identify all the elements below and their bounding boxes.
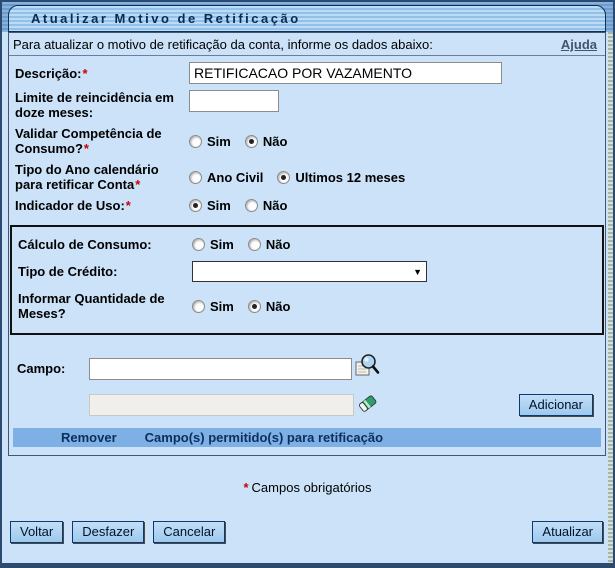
field-row-tipo-ano: Tipo do Ano calendário para retificar Co… — [11, 162, 603, 192]
field-row-limite: Limite de reincidência em doze meses: — [11, 90, 603, 120]
desfazer-button[interactable]: Desfazer — [72, 521, 145, 543]
header-strip: Atualizar Motivo de Retificação — [2, 2, 613, 32]
field-row-informar-meses: Informar Quantidade de Meses? Sim Não — [14, 291, 600, 321]
intro-text: Para atualizar o motivo de retificação d… — [13, 37, 433, 52]
calculo-option-sim-label: Sim — [210, 237, 234, 252]
help-link[interactable]: Ajuda — [561, 37, 597, 52]
page-title-tab: Atualizar Motivo de Retificação — [8, 5, 606, 32]
required-asterisk: * — [83, 141, 89, 156]
informar-meses-label: Informar Quantidade de Meses? — [18, 291, 165, 321]
limite-input[interactable] — [189, 90, 279, 112]
action-buttons-row: Voltar Desfazer Cancelar Atualizar — [10, 521, 603, 543]
validar-label: Validar Competência de Consumo?* — [15, 126, 162, 156]
tipo-credito-label: Tipo de Crédito: — [18, 264, 118, 279]
campo-section: Campo: Adicionar Remover Campo(s) permit… — [11, 335, 603, 453]
campo-input[interactable] — [89, 357, 352, 380]
informar-meses-radio-sim[interactable] — [192, 299, 205, 313]
field-row-indicador: Indicador de Uso:* Sim Não — [11, 198, 603, 213]
validar-radio-nao[interactable] — [244, 134, 258, 148]
page-title: Atualizar Motivo de Retificação — [31, 11, 301, 26]
validar-radio-sim[interactable] — [189, 134, 202, 148]
informar-meses-option-nao-label: Não — [265, 298, 291, 314]
campo-description-row: Adicionar — [13, 390, 601, 420]
field-row-campo: Campo: — [13, 353, 601, 384]
descricao-input[interactable] — [189, 62, 502, 84]
required-asterisk: * — [82, 65, 88, 81]
form-container: Para atualizar o motivo de retificação d… — [8, 32, 606, 456]
campo-label: Campo: — [17, 361, 66, 376]
adicionar-button[interactable]: Adicionar — [518, 394, 593, 416]
tipo-ano-radio-ultimos-12[interactable] — [277, 170, 291, 184]
informar-meses-option-sim-label: Sim — [210, 298, 234, 314]
tipo-ano-option-ano-civil-label: Ano Civil — [207, 169, 264, 185]
campos-table-header: Remover Campo(s) permitido(s) para retif… — [13, 428, 601, 447]
table-column-campos-permitidos: Campo(s) permitido(s) para retificação — [144, 430, 384, 445]
required-asterisk: * — [125, 198, 131, 213]
page-edge-texture — [608, 2, 613, 563]
indicador-radio-sim[interactable] — [189, 199, 202, 212]
required-asterisk: * — [135, 177, 141, 192]
page: { "header": { "title": "Atualizar Motivo… — [0, 0, 615, 568]
indicador-label: Indicador de Uso:* — [15, 198, 131, 213]
fields-section: Descrição:* Limite de reincidência em do… — [9, 56, 605, 455]
table-column-remover: Remover — [61, 430, 117, 445]
tipo-credito-select[interactable]: ▼ — [192, 261, 427, 282]
field-row-tipo-credito: Tipo de Crédito: ▼ — [14, 261, 600, 282]
intro-row: Para atualizar o motivo de retificação d… — [9, 33, 605, 56]
required-asterisk: * — [243, 480, 249, 495]
validar-option-sim-label: Sim — [207, 133, 231, 149]
cancelar-button[interactable]: Cancelar — [153, 521, 226, 543]
campo-description-readonly — [89, 394, 354, 416]
field-row-calculo: Cálculo de Consumo: Sim Não — [14, 237, 600, 252]
indicador-option-sim-label: Sim — [207, 198, 231, 213]
validar-option-nao-label: Não — [262, 133, 288, 149]
indicador-radio-nao[interactable] — [244, 199, 258, 212]
informar-meses-radio-nao[interactable] — [247, 299, 261, 313]
calculo-radio-sim[interactable] — [192, 238, 205, 251]
calculo-consumo-box: Cálculo de Consumo: Sim Não Tipo de Créd… — [10, 225, 604, 335]
tipo-ano-option-ultimos-12-label: Ultimos 12 meses — [295, 169, 406, 185]
descricao-label: Descrição:* — [15, 65, 88, 81]
eraser-icon[interactable] — [357, 390, 379, 420]
dropdown-arrow-icon: ▼ — [413, 266, 422, 277]
search-icon[interactable] — [355, 353, 380, 384]
tipo-ano-radio-ano-civil[interactable] — [189, 170, 202, 184]
calculo-radio-nao[interactable] — [247, 238, 261, 251]
field-row-descricao: Descrição:* — [11, 62, 603, 84]
tipo-ano-label: Tipo do Ano calendário para retificar Co… — [15, 162, 159, 192]
calculo-option-nao-label: Não — [265, 237, 291, 252]
required-fields-note: * Campos obrigatórios — [243, 480, 372, 495]
atualizar-button[interactable]: Atualizar — [532, 521, 603, 543]
field-row-validar: Validar Competência de Consumo?* Sim Não — [11, 126, 603, 156]
limite-label: Limite de reincidência em doze meses: — [15, 90, 174, 120]
calculo-label: Cálculo de Consumo: — [18, 237, 152, 252]
voltar-button[interactable]: Voltar — [10, 521, 64, 543]
indicador-option-nao-label: Não — [262, 198, 288, 213]
